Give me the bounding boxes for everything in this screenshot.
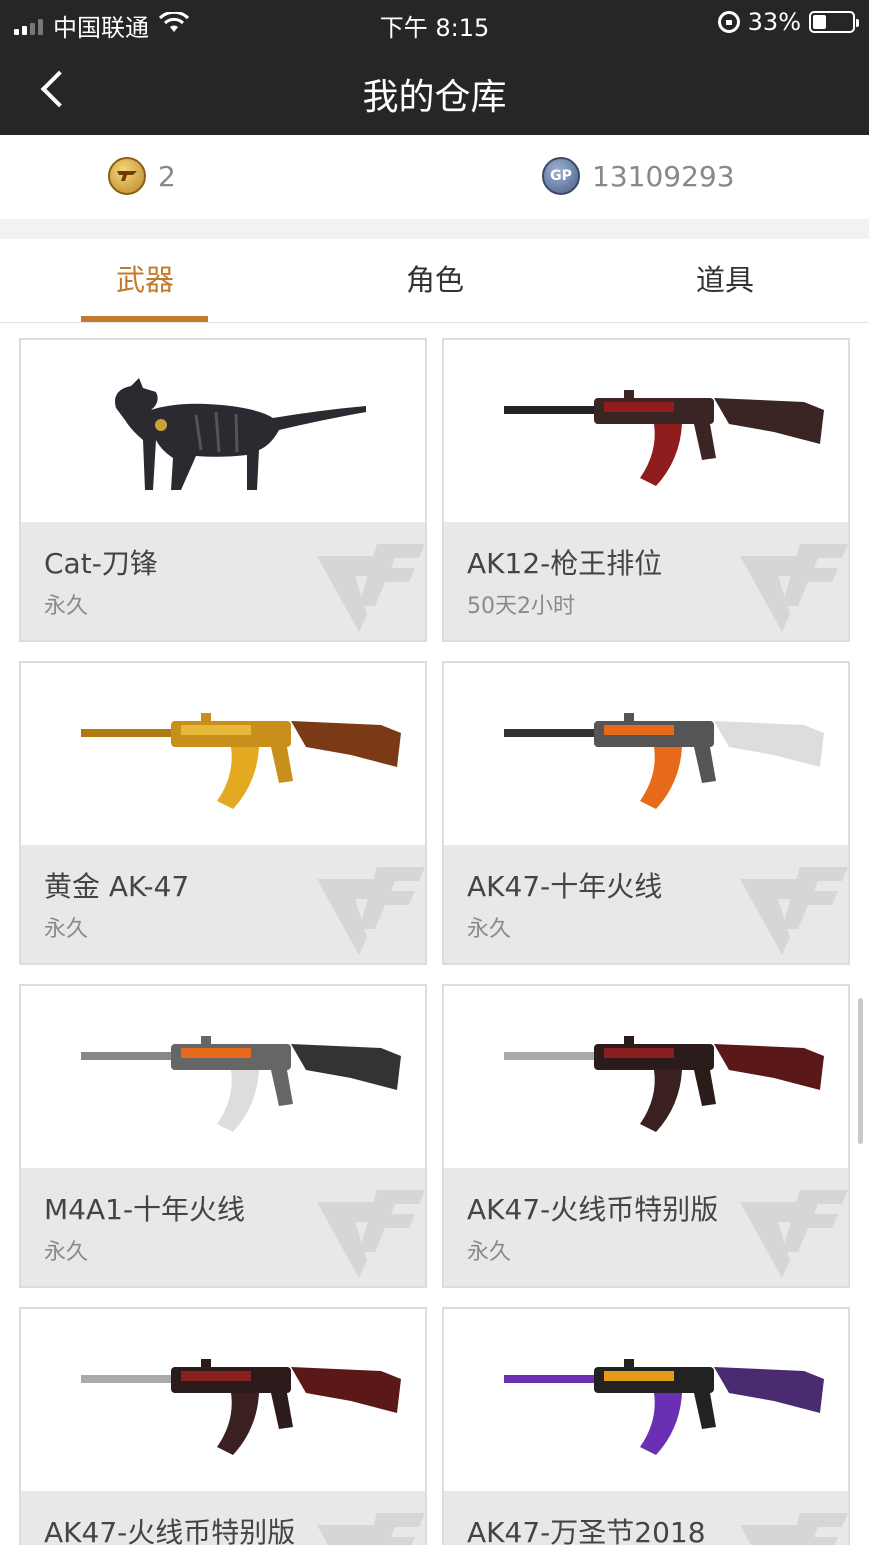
item-info: AK47-万圣节2018 [444,1491,848,1545]
item-name: AK47-万圣节2018 [467,1516,706,1545]
ak47-orange-image [444,663,848,845]
cf-logo-icon [315,1182,425,1286]
ak47-red-image [21,1309,425,1491]
scrollbar[interactable] [858,998,863,1144]
item-info: 黄金 AK-47 永久 [21,845,425,963]
item-name: Cat-刀锋 [44,547,158,580]
item-duration: 永久 [467,917,512,942]
item-duration: 永久 [44,594,89,619]
item-info: AK12-枪王排位 50天2小时 [444,522,848,640]
item-duration: 永久 [467,1240,512,1265]
currency-bar: 2 GP 13109293 [0,135,869,219]
cf-logo-icon [315,859,425,963]
battery-percent: 33% [747,8,801,36]
item-card[interactable]: AK12-枪王排位 50天2小时 [442,338,850,642]
item-info: M4A1-十年火线永久 [21,1168,425,1286]
tab-weapons[interactable]: 武器 [0,239,290,323]
battery-icon [809,11,859,33]
gp-coin-icon: GP [542,157,580,195]
rotation-lock-icon [717,11,740,33]
status-bar: 中国联通 下午 8:15 33% [0,0,869,44]
tab-characters[interactable]: 角色 [290,239,580,323]
category-tabs: 武器 角色 道具 [0,239,869,323]
top-bar: 中国联通 下午 8:15 33% 我的仓库 [0,0,869,135]
item-card[interactable]: M4A1-十年火线永久 [19,984,427,1288]
cf-logo-icon [738,859,848,963]
item-name: AK47-火线币特别版 [44,1516,296,1545]
gp-balance: GP 13109293 [542,157,735,195]
item-card[interactable]: Cat-刀锋永久 [19,338,427,642]
item-card[interactable]: AK47-火线币特别版 [19,1307,427,1545]
item-info: Cat-刀锋永久 [21,522,425,640]
item-info: AK47-十年火线永久 [444,845,848,963]
page-title: 我的仓库 [362,77,507,118]
cat-image [21,340,425,522]
m4a1-orange-image [21,986,425,1168]
gold-coin-icon [108,157,146,195]
item-duration: 50天2小时 [467,594,575,619]
tab-items[interactable]: 道具 [580,239,869,323]
item-grid: Cat-刀锋 永久 AK12-枪王排位 50天2小时 黄金 AK-47 永久 AK47-十年… [0,323,869,1545]
item-duration: 永久 [44,917,89,942]
cf-logo-icon [738,1505,848,1545]
item-name: AK47-十年火线 [467,870,663,903]
item-name: M4A1-十年火线 [44,1193,246,1226]
gold-balance: 2 [108,157,176,195]
item-info: AK47-火线币特别版永久 [444,1168,848,1286]
active-tab-indicator [81,316,208,322]
cf-logo-icon [315,1505,425,1545]
item-card[interactable]: AK47-万圣节2018 [442,1307,850,1545]
gp-value: 13109293 [592,159,735,193]
nav-header: 我的仓库 [0,44,869,135]
item-name: AK47-火线币特别版 [467,1193,719,1226]
cf-logo-icon [738,536,848,640]
status-right: 33% [717,8,859,36]
item-duration: 永久 [44,1240,89,1265]
gold-ak47-image [21,663,425,845]
item-name: AK12-枪王排位 [467,547,663,580]
item-name: 黄金 AK-47 [44,870,190,903]
ak47-halloween-image [444,1309,848,1491]
ak12-rifle-image [444,340,848,522]
item-info: AK47-火线币特别版 [21,1491,425,1545]
item-card[interactable]: AK47-十年火线永久 [442,661,850,965]
item-card[interactable]: AK47-火线币特别版永久 [442,984,850,1288]
item-card[interactable]: 黄金 AK-47 永久 [19,661,427,965]
cf-logo-icon [315,536,425,640]
ak47-red-image [444,986,848,1168]
gold-value: 2 [158,159,176,193]
cf-logo-icon [738,1182,848,1286]
